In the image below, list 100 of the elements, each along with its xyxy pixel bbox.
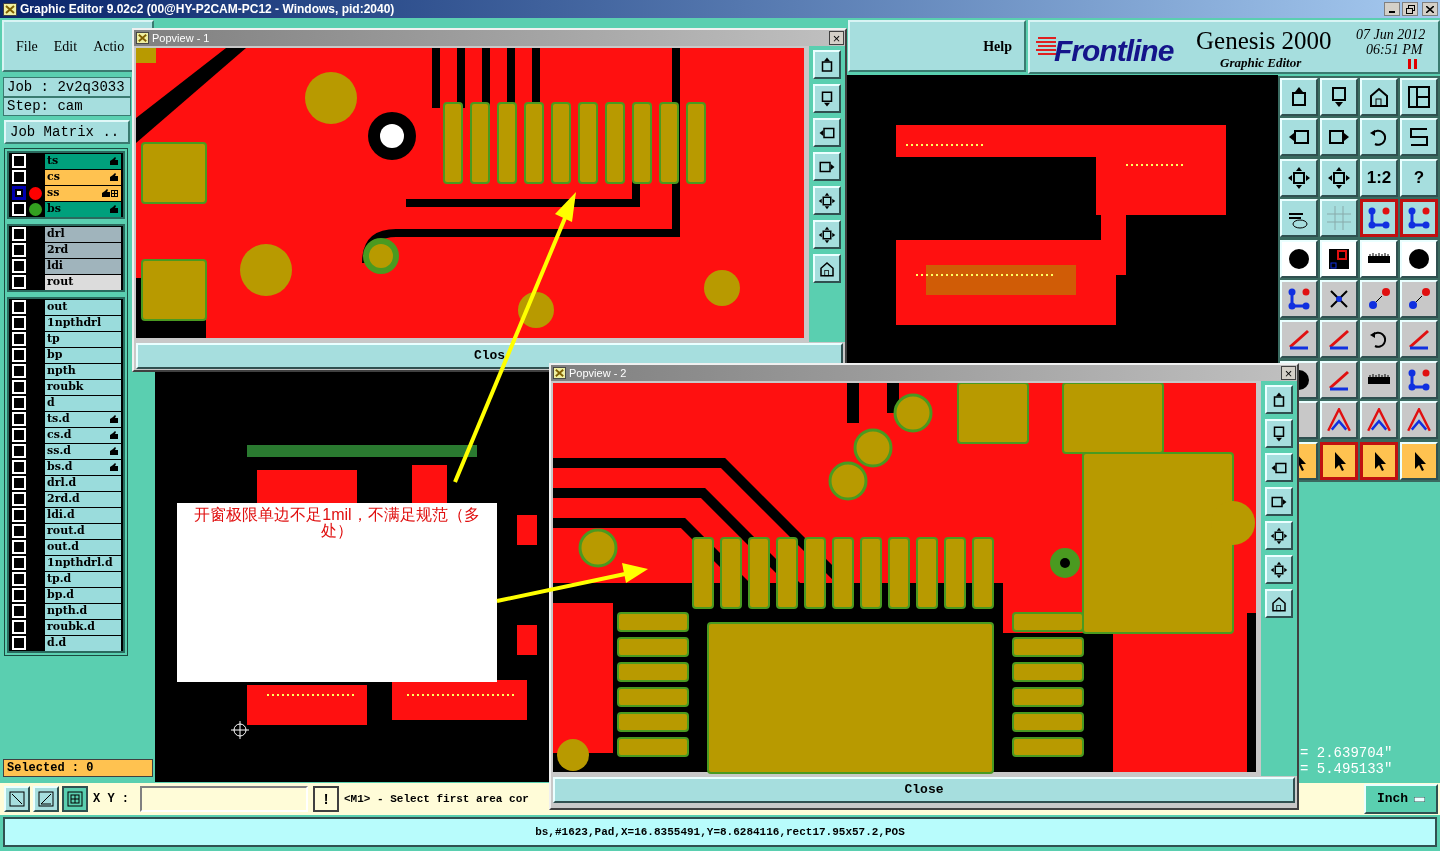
layer-checkbox[interactable] xyxy=(12,476,26,490)
layer-checkbox[interactable] xyxy=(12,428,26,442)
job-matrix-button[interactable]: Job Matrix .. xyxy=(4,120,130,144)
view-button[interactable] xyxy=(813,84,841,113)
xy-input[interactable] xyxy=(140,786,308,812)
popview-close-text-button[interactable]: Close xyxy=(553,777,1295,803)
layer-row[interactable]: 1npthdrl.d xyxy=(45,555,121,571)
layer-row[interactable]: d.d xyxy=(45,635,121,651)
layer-row[interactable]: rout.d xyxy=(45,523,121,539)
zoom-button[interactable] xyxy=(4,786,30,812)
layer-row[interactable]: 2rd xyxy=(45,242,121,258)
layer-row[interactable]: tp xyxy=(45,331,121,347)
layer-checkbox[interactable] xyxy=(12,243,26,257)
layer-row[interactable]: ss.d xyxy=(45,443,121,459)
help-menu[interactable]: Help xyxy=(983,35,1012,57)
layer-checkbox[interactable] xyxy=(12,444,26,458)
layer-checkbox[interactable] xyxy=(12,300,26,314)
layer-row[interactable]: bs.d xyxy=(45,459,121,475)
popview-close-button[interactable]: × xyxy=(1281,366,1296,380)
layer-checkbox[interactable] xyxy=(12,572,26,586)
menu-item[interactable]: File xyxy=(16,35,38,57)
layer-checkbox[interactable] xyxy=(12,492,26,506)
layer-row[interactable]: ts.d xyxy=(45,411,121,427)
layer-row[interactable]: bs xyxy=(45,201,121,217)
layer-checkbox[interactable] xyxy=(12,186,26,200)
tool-button[interactable]: 1:2 xyxy=(1360,158,1398,197)
view-button[interactable] xyxy=(1265,419,1293,448)
layer-row[interactable]: npth.d xyxy=(45,603,121,619)
layer-checkbox[interactable] xyxy=(12,508,26,522)
popview-close-button[interactable]: × xyxy=(829,31,844,45)
layer-checkbox[interactable] xyxy=(12,380,26,394)
layer-checkbox[interactable] xyxy=(12,364,26,378)
layer-checkbox[interactable] xyxy=(12,540,26,554)
view-button[interactable] xyxy=(1265,453,1293,482)
view-button[interactable] xyxy=(813,186,841,215)
view-button[interactable] xyxy=(813,220,841,249)
units-dropdown[interactable]: Inch xyxy=(1364,784,1438,814)
view-button[interactable] xyxy=(813,152,841,181)
layer-row[interactable]: ss xyxy=(45,185,121,201)
layer-row[interactable]: 2rd.d xyxy=(45,491,121,507)
layer-row[interactable]: ldi.d xyxy=(45,507,121,523)
layer-checkbox[interactable] xyxy=(12,604,26,618)
view-button[interactable] xyxy=(813,50,841,79)
layer-checkbox[interactable] xyxy=(12,636,26,650)
layer-checkbox[interactable] xyxy=(12,524,26,538)
layer-checkbox[interactable] xyxy=(12,620,26,634)
layer-checkbox[interactable] xyxy=(12,460,26,474)
view-button[interactable] xyxy=(1265,589,1293,618)
layer-row[interactable]: cs xyxy=(45,169,121,185)
layer-checkbox[interactable] xyxy=(12,154,26,168)
menu-item[interactable]: Actio xyxy=(93,35,125,57)
layer-row[interactable]: rout xyxy=(45,274,121,290)
restore-button[interactable] xyxy=(1402,2,1418,16)
layer-checkbox[interactable] xyxy=(12,275,26,289)
minimize-button[interactable] xyxy=(1384,2,1400,16)
layer-row[interactable]: tp.d xyxy=(45,571,121,587)
layer-row[interactable]: ts xyxy=(45,153,121,169)
popview-close-text-button[interactable]: Clos xyxy=(136,343,843,369)
close-button[interactable] xyxy=(1422,2,1438,16)
layer-row[interactable]: out xyxy=(45,299,121,315)
layer-row[interactable]: 1npthdrl xyxy=(45,315,121,331)
view-button[interactable] xyxy=(1265,521,1293,550)
layer-checkbox[interactable] xyxy=(12,348,26,362)
layer-checkbox[interactable] xyxy=(12,396,26,410)
layer-checkbox[interactable] xyxy=(12,202,26,216)
layer-checkbox[interactable] xyxy=(12,556,26,570)
view-button[interactable] xyxy=(1265,487,1293,516)
layer-checkbox[interactable] xyxy=(12,588,26,602)
layer-name: d xyxy=(47,396,55,410)
layer-row[interactable]: drl.d xyxy=(45,475,121,491)
layer-checkbox[interactable] xyxy=(12,332,26,346)
layer-row[interactable]: npth xyxy=(45,363,121,379)
view-button[interactable] xyxy=(813,118,841,147)
layer-checkbox[interactable] xyxy=(12,227,26,241)
layer-row[interactable]: drl xyxy=(45,226,121,242)
view-button[interactable] xyxy=(1265,555,1293,584)
layer-checkbox[interactable] xyxy=(12,170,26,184)
layer-row[interactable]: bp xyxy=(45,347,121,363)
layer-checkbox[interactable] xyxy=(12,316,26,330)
layer-row[interactable]: cs.d xyxy=(45,427,121,443)
layer-row[interactable]: bp.d xyxy=(45,587,121,603)
layer-row[interactable]: ldi xyxy=(45,258,121,274)
alert-button[interactable]: ! xyxy=(313,786,339,812)
snap-button[interactable] xyxy=(62,786,88,812)
pause-icon xyxy=(1408,59,1417,69)
tool-button[interactable]: ? xyxy=(1400,158,1438,197)
expand-arrows-icon xyxy=(818,225,836,244)
layer-row[interactable]: out.d xyxy=(45,539,121,555)
layer-checkbox[interactable] xyxy=(12,412,26,426)
tool-button[interactable] xyxy=(1360,441,1398,480)
layer-checkbox[interactable] xyxy=(12,259,26,273)
layer-name: 1npthdrl.d xyxy=(47,556,113,570)
view-button[interactable] xyxy=(813,254,841,283)
layer-row[interactable]: roubk xyxy=(45,379,121,395)
layer-row[interactable]: roubk.d xyxy=(45,619,121,635)
layer-row[interactable]: d xyxy=(45,395,121,411)
angle-button[interactable] xyxy=(33,786,59,812)
tool-button[interactable] xyxy=(1320,441,1358,480)
menu-item[interactable]: Edit xyxy=(53,35,78,57)
view-button[interactable] xyxy=(1265,385,1293,414)
